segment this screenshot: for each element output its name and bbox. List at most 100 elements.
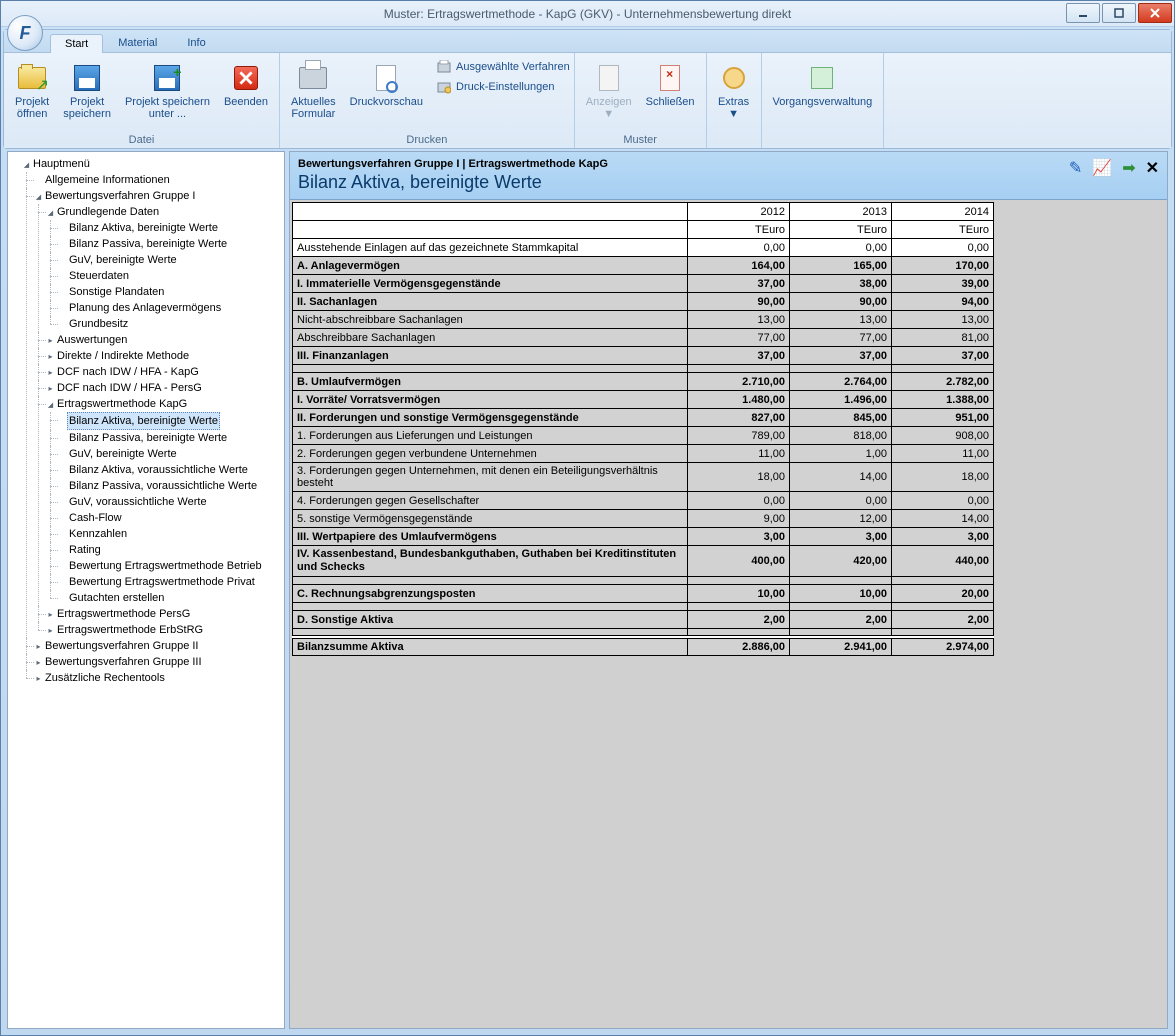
tree-item[interactable]: Bilanz Passiva, voraussichtliche Werte (67, 478, 259, 494)
tree-item[interactable]: Grundlegende Daten (55, 204, 161, 220)
app-window: Muster: Ertragswertmethode - KapG (GKV) … (0, 0, 1175, 1036)
extras-button[interactable]: Extras ▼ (711, 57, 757, 125)
tree-item[interactable]: Gutachten erstellen (67, 590, 166, 606)
table-cell: 18,00 (892, 463, 994, 492)
quit-button[interactable]: Beenden (217, 57, 275, 113)
tree-item[interactable]: Bilanz Aktiva, bereinigte Werte (67, 220, 220, 236)
tree-item[interactable]: Grundbesitz (67, 316, 130, 332)
table-cell: 77,00 (790, 329, 892, 347)
table-cell: 81,00 (892, 329, 994, 347)
table-cell: 420,00 (790, 546, 892, 577)
tab-material[interactable]: Material (103, 33, 172, 52)
chart-icon[interactable]: 📈 (1092, 158, 1112, 178)
print-settings-icon (436, 79, 452, 95)
titlebar: Muster: Ertragswertmethode - KapG (GKV) … (1, 1, 1174, 27)
tree-toggle-icon[interactable] (22, 161, 31, 170)
edit-icon[interactable]: ✎ (1069, 158, 1082, 178)
open-project-button[interactable]: ↗ Projekt öffnen (8, 57, 56, 125)
table-cell: Bilanzsumme Aktiva (293, 637, 688, 656)
table-cell: 440,00 (892, 546, 994, 577)
tree-toggle-icon[interactable] (46, 627, 55, 636)
minimize-button[interactable] (1066, 3, 1100, 23)
print-selected-button[interactable]: Ausgewählte Verfahren (436, 59, 570, 75)
table-cell: A. Anlagevermögen (293, 257, 688, 275)
table-cell: 1,00 (790, 445, 892, 463)
tree-toggle-icon[interactable] (46, 385, 55, 394)
tree-item[interactable]: Steuerdaten (67, 268, 131, 284)
tree-toggle-icon[interactable] (46, 209, 55, 218)
tree-item[interactable]: Bewertungsverfahren Gruppe III (43, 654, 204, 670)
show-sample-button[interactable]: Anzeigen ▼ (579, 57, 639, 125)
tree-item[interactable]: Rating (67, 542, 103, 558)
table-cell: 2.886,00 (688, 637, 790, 656)
navigation-tree[interactable]: HauptmenüAllgemeine InformationenBewertu… (7, 151, 285, 1029)
tree-item[interactable]: Direkte / Indirekte Methode (55, 348, 191, 364)
tree-item[interactable]: Ertragswertmethode PersG (55, 606, 192, 622)
tree-toggle-icon[interactable] (34, 643, 43, 652)
table-cell: 39,00 (892, 275, 994, 293)
close-panel-icon[interactable]: ✕ (1146, 158, 1159, 178)
tree-toggle-icon[interactable] (34, 675, 43, 684)
tree-item[interactable]: Ertragswertmethode ErbStRG (55, 622, 205, 638)
tree-toggle-icon[interactable] (34, 659, 43, 668)
tree-item[interactable]: Bilanz Passiva, bereinigte Werte (67, 430, 229, 446)
table-cell: 0,00 (892, 492, 994, 510)
tree-item[interactable]: GuV, bereinigte Werte (67, 252, 179, 268)
table-cell: 2013 (790, 203, 892, 221)
tree-item[interactable]: Kennzahlen (67, 526, 129, 542)
print-preview-button[interactable]: Druckvorschau (343, 57, 430, 113)
tree-item[interactable]: GuV, bereinigte Werte (67, 446, 179, 462)
table-cell: Ausstehende Einlagen auf das gezeichnete… (293, 239, 688, 257)
tree-item[interactable]: Hauptmenü (31, 156, 92, 172)
tree-item[interactable]: Bilanz Aktiva, voraussichtliche Werte (67, 462, 250, 478)
balance-sheet-table: 201220132014TEuroTEuroTEuroAusstehende E… (292, 202, 994, 656)
tree-item[interactable]: Bewertung Ertragswertmethode Betrieb (67, 558, 264, 574)
tree-item[interactable]: Bewertungsverfahren Gruppe I (43, 188, 197, 204)
tree-item[interactable]: Auswertungen (55, 332, 129, 348)
tree-item[interactable]: DCF nach IDW / HFA - PersG (55, 380, 204, 396)
tree-item[interactable]: Bewertung Ertragswertmethode Privat (67, 574, 257, 590)
save-project-button[interactable]: Projekt speichern (56, 57, 118, 125)
app-logo-icon[interactable]: F (7, 15, 43, 51)
table-cell: 14,00 (790, 463, 892, 492)
tab-info[interactable]: Info (172, 33, 220, 52)
tree-item[interactable]: Cash-Flow (67, 510, 124, 526)
close-sample-button[interactable]: Schließen (639, 57, 702, 113)
vorgangsverwaltung-button[interactable]: Vorgangsverwaltung (766, 57, 880, 113)
page-title: Bilanz Aktiva, bereinigte Werte (298, 172, 608, 193)
table-cell: 13,00 (790, 311, 892, 329)
table-container[interactable]: 201220132014TEuroTEuroTEuroAusstehende E… (290, 200, 1167, 1028)
tree-item[interactable]: Sonstige Plandaten (67, 284, 166, 300)
tree-item[interactable]: Bewertungsverfahren Gruppe II (43, 638, 200, 654)
tree-toggle-icon[interactable] (46, 337, 55, 346)
group-datei: ↗ Projekt öffnen Projekt speichern Proje… (4, 53, 280, 148)
tree-item[interactable]: GuV, voraussichtliche Werte (67, 494, 209, 510)
export-icon[interactable]: ➡ (1122, 158, 1135, 178)
tab-start[interactable]: Start (50, 34, 103, 53)
tree-item[interactable]: Planung des Anlagevermögens (67, 300, 223, 316)
tree-item[interactable]: Ertragswertmethode KapG (55, 396, 189, 412)
table-cell: 2,00 (892, 611, 994, 629)
tree-item[interactable]: Zusätzliche Rechentools (43, 670, 167, 686)
tree-toggle-icon[interactable] (34, 193, 43, 202)
save-as-button[interactable]: Projekt speichern unter ... (118, 57, 217, 125)
table-cell: 1.480,00 (688, 391, 790, 409)
close-button[interactable] (1138, 3, 1172, 23)
quit-icon (234, 66, 258, 90)
maximize-button[interactable] (1102, 3, 1136, 23)
table-cell (293, 203, 688, 221)
tree-item[interactable]: Bilanz Aktiva, bereinigte Werte (67, 412, 220, 430)
table-cell: 2.941,00 (790, 637, 892, 656)
tree-toggle-icon[interactable] (46, 401, 55, 410)
print-current-button[interactable]: Aktuelles Formular (284, 57, 343, 125)
tree-item[interactable]: DCF nach IDW / HFA - KapG (55, 364, 201, 380)
tree-toggle-icon[interactable] (46, 353, 55, 362)
tree-toggle-icon[interactable] (46, 369, 55, 378)
tree-toggle-icon[interactable] (46, 611, 55, 620)
ribbon-tabs: Start Material Info (4, 30, 1171, 52)
table-cell: 3,00 (688, 528, 790, 546)
tree-item[interactable]: Bilanz Passiva, bereinigte Werte (67, 236, 229, 252)
tree-item[interactable]: Allgemeine Informationen (43, 172, 172, 188)
print-settings-button[interactable]: Druck-Einstellungen (436, 79, 554, 95)
content-pane: Bewertungsverfahren Gruppe I | Ertragswe… (289, 151, 1168, 1029)
